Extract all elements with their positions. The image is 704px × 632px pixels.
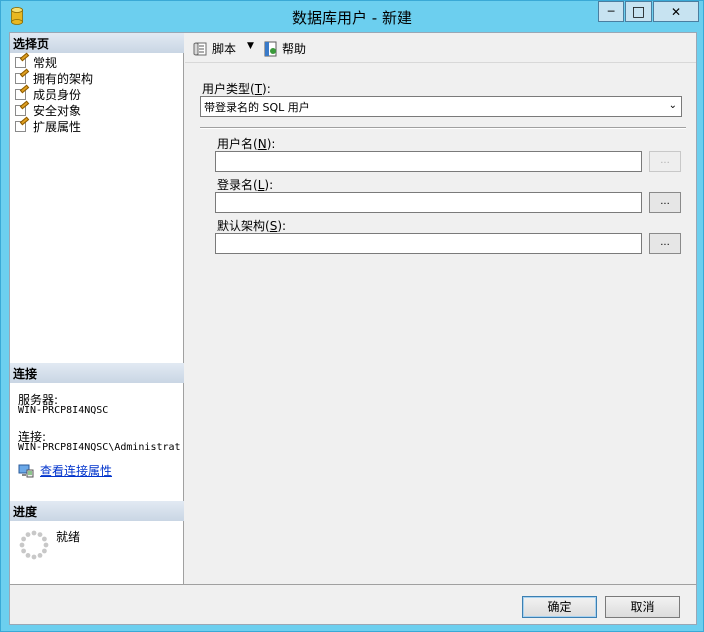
page-item-label: 拥有的架构 <box>33 71 94 86</box>
page-item-extended-properties[interactable]: 扩展属性 <box>14 116 82 134</box>
user-name-label-text: 用户名 <box>217 137 254 151</box>
select-page-header: 选择页 <box>10 33 184 53</box>
view-connection-properties-row[interactable]: 查看连接属性 <box>18 462 112 479</box>
cancel-button[interactable]: 取消 <box>605 596 680 618</box>
title-bar[interactable]: 数据库用户 - 新建 ─ □ ✕ <box>1 1 703 31</box>
default-schema-browse-button[interactable]: ... <box>649 233 681 254</box>
progress-status: 就绪 <box>56 530 81 544</box>
page-edit-icon <box>14 100 30 117</box>
login-name-accesskey: L <box>257 178 265 192</box>
script-dropdown[interactable]: ▼ <box>247 41 254 51</box>
form-divider <box>200 127 686 129</box>
close-icon: ✕ <box>670 4 682 19</box>
dialog-button-bar: 确定 取消 <box>10 584 696 624</box>
default-schema-accesskey: S <box>269 219 278 233</box>
chevron-down-icon: ▼ <box>247 41 254 51</box>
dialog-client-area: 选择页 常规 拥有的架构 成员身份 安全对象 扩展属性 连接 服务器: WIN-… <box>9 32 697 625</box>
user-type-label: 用户类型(T): <box>202 82 271 96</box>
ok-button[interactable]: 确定 <box>522 596 597 618</box>
page-edit-icon <box>14 68 30 85</box>
close-button[interactable]: ✕ <box>653 1 699 22</box>
user-name-accesskey: N <box>257 137 267 151</box>
minimize-icon: ─ <box>607 5 615 18</box>
login-name-label: 登录名(L): <box>217 178 274 192</box>
default-schema-label-text: 默认架构 <box>217 219 266 233</box>
page-item-label: 成员身份 <box>33 87 82 102</box>
default-schema-input[interactable] <box>215 233 642 254</box>
login-name-label-text: 登录名 <box>217 178 254 192</box>
chevron-down-icon: ⌄ <box>668 100 677 111</box>
connection-properties-icon <box>18 464 34 477</box>
help-icon <box>264 41 277 56</box>
user-type-accesskey: T <box>254 82 263 96</box>
page-item-label: 安全对象 <box>33 103 82 118</box>
page-item-label: 常规 <box>33 53 58 71</box>
user-type-value: 带登录名的 SQL 用户 <box>204 101 310 114</box>
page-item-general[interactable]: 常规 <box>14 52 58 71</box>
maximize-icon: □ <box>631 3 646 20</box>
page-edit-icon <box>14 116 30 133</box>
user-type-select[interactable]: 带登录名的 SQL 用户 ⌄ <box>200 96 682 117</box>
login-name-browse-button[interactable]: ... <box>649 192 681 213</box>
login-name-input[interactable] <box>215 192 642 213</box>
script-label: 脚本 <box>212 42 237 56</box>
user-name-label: 用户名(N): <box>217 137 276 151</box>
default-schema-label: 默认架构(S): <box>217 219 287 233</box>
connection-header: 连接 <box>10 363 184 383</box>
page-item-securables[interactable]: 安全对象 <box>14 100 82 118</box>
maximize-button[interactable]: □ <box>625 1 652 22</box>
left-pane: 选择页 常规 拥有的架构 成员身份 安全对象 扩展属性 连接 服务器: WIN-… <box>10 33 184 584</box>
progress-spinner-icon <box>19 530 49 560</box>
user-name-input[interactable] <box>215 151 642 172</box>
help-label: 帮助 <box>282 42 307 56</box>
user-name-browse-button[interactable]: ... <box>649 151 681 172</box>
page-item-label: 扩展属性 <box>33 119 82 134</box>
user-type-label-text: 用户类型 <box>202 82 251 96</box>
progress-header: 进度 <box>10 501 184 521</box>
script-icon <box>193 42 207 55</box>
view-connection-properties-link[interactable]: 查看连接属性 <box>40 462 112 479</box>
server-value: WIN-PRCP8I4NQSC <box>18 405 109 416</box>
help-button[interactable]: 帮助 <box>263 40 306 57</box>
page-edit-icon <box>14 52 30 69</box>
page-edit-icon <box>14 84 30 101</box>
toolbar: 脚本 ▼ 帮助 <box>185 33 696 63</box>
connection-value: WIN-PRCP8I4NQSC\Administrat <box>18 442 181 453</box>
page-item-membership[interactable]: 成员身份 <box>14 84 82 102</box>
minimize-button[interactable]: ─ <box>598 1 624 22</box>
script-button[interactable]: 脚本 <box>193 40 236 57</box>
dialog-window: 数据库用户 - 新建 ─ □ ✕ 选择页 常规 拥有的架构 成员身份 安全对象 … <box>0 0 704 632</box>
